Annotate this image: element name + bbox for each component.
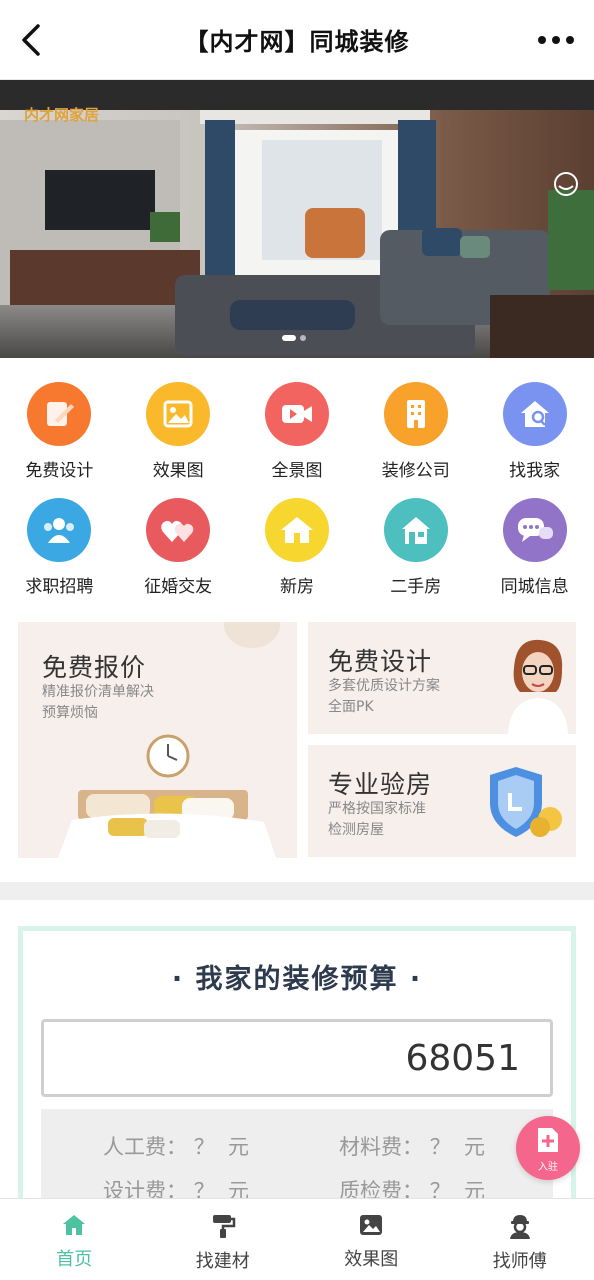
join-fab-button[interactable]: 入驻 <box>516 1116 580 1180</box>
bed-illustration <box>58 734 276 858</box>
fab-label: 入驻 <box>538 1162 558 1173</box>
add-document-icon <box>538 1128 558 1152</box>
labor-fee: 人工费： ？ 元 <box>103 1135 250 1159</box>
tab-building-materials[interactable]: 找建材 <box>149 1199 298 1280</box>
tab-label: 效果图 <box>344 1249 399 1270</box>
promo-free-quote[interactable]: 免费报价 精准报价清单解决 预算烦恼 <box>18 622 297 858</box>
banner-carousel[interactable]: 内才网家居 <box>0 80 594 358</box>
chat-bubbles-icon <box>502 498 567 562</box>
tab-label: 首页 <box>56 1249 93 1270</box>
shortcut-find-my-home[interactable]: 找我家 <box>475 378 594 494</box>
promo-title: 免费报价 <box>42 653 147 682</box>
home-icon <box>63 1215 86 1235</box>
area-input[interactable] <box>41 1019 553 1097</box>
shortcut-label: 征婚交友 <box>144 577 213 597</box>
promo-title: 免费设计 <box>328 647 433 676</box>
tab-home[interactable]: 首页 <box>0 1199 149 1280</box>
shortcut-jobs[interactable]: 求职招聘 <box>0 494 119 610</box>
banner-image: 内才网家居 <box>0 80 594 358</box>
budget-title: · 我家的装修预算 · <box>171 964 423 995</box>
shortcut-label: 新房 <box>279 577 314 597</box>
more-dots-icon[interactable] <box>536 28 576 52</box>
worker-icon <box>509 1215 530 1239</box>
house-icon <box>264 498 329 562</box>
shortcut-label: 装修公司 <box>381 461 450 481</box>
shortcut-label: 效果图 <box>152 461 204 481</box>
promo-subtitle: 全面PK <box>328 699 374 715</box>
carousel-dots <box>282 327 310 346</box>
house-door-icon <box>383 498 448 562</box>
shortcut-second-hand-house[interactable]: 二手房 <box>356 494 475 610</box>
promo-subtitle: 精准报价清单解决 <box>42 684 154 700</box>
carousel-dot[interactable] <box>300 334 306 341</box>
shortcut-grid: 免费设计 效果图 全景图 装修公司 找我家 求职招聘 征婚交友 新房 二手房 同… <box>0 378 594 610</box>
section-divider <box>0 882 594 900</box>
image-icon <box>360 1215 383 1235</box>
promo-subtitle: 严格按国家标准 <box>328 801 426 817</box>
designer-avatar <box>508 639 568 734</box>
house-search-icon <box>502 382 567 446</box>
hearts-icon <box>146 498 211 562</box>
promo-title: 专业验房 <box>328 770 433 799</box>
promo-subtitle: 检测房屋 <box>328 822 384 838</box>
material-fee: 材料费： ？ 元 <box>339 1135 486 1159</box>
shortcut-label: 找我家 <box>509 461 561 481</box>
tab-label: 找建材 <box>195 1251 250 1272</box>
banner-logo-text: 内才网家居 <box>24 106 99 124</box>
shield-icon <box>490 767 562 837</box>
shortcut-dating[interactable]: 征婚交友 <box>119 494 238 610</box>
design-pen-icon <box>27 382 92 446</box>
shortcut-city-info[interactable]: 同城信息 <box>475 494 594 610</box>
promo-house-inspection[interactable]: 专业验房 严格按国家标准 检测房屋 <box>308 745 576 857</box>
shortcut-label: 同城信息 <box>500 577 569 597</box>
header-bar: 【内才网】同城装修 <box>0 0 594 80</box>
shortcut-label: 求职招聘 <box>25 577 94 597</box>
page-title: 【内才网】同城装修 <box>184 28 410 56</box>
shortcut-renderings[interactable]: 效果图 <box>119 378 238 494</box>
shortcut-free-design[interactable]: 免费设计 <box>0 378 119 494</box>
budget-calculator: · 我家的装修预算 · 人工费： ？ 元 材料费： ？ 元 设计费： ？ 元 质… <box>18 926 576 1229</box>
video-camera-icon <box>264 382 329 446</box>
shortcut-label: 二手房 <box>390 577 442 597</box>
paint-roller-icon <box>212 1215 235 1238</box>
tab-renderings[interactable]: 效果图 <box>297 1199 446 1280</box>
shortcut-new-house[interactable]: 新房 <box>238 494 357 610</box>
building-icon <box>383 382 448 446</box>
promo-subtitle: 多套优质设计方案 <box>328 678 440 694</box>
tab-find-worker[interactable]: 找师傅 <box>446 1199 594 1280</box>
carousel-dot-active[interactable] <box>282 334 296 341</box>
tab-label: 找师傅 <box>492 1251 547 1272</box>
image-icon <box>146 382 211 446</box>
shortcut-label: 免费设计 <box>25 461 94 481</box>
shortcut-label: 全景图 <box>271 461 323 481</box>
shortcut-decoration-company[interactable]: 装修公司 <box>356 378 475 494</box>
bottom-tab-bar: 首页 找建材 效果图 找师傅 <box>0 1198 594 1280</box>
promo-subtitle: 预算烦恼 <box>42 705 98 721</box>
promo-free-design[interactable]: 免费设计 多套优质设计方案 全面PK <box>308 622 576 734</box>
shortcut-panorama[interactable]: 全景图 <box>238 378 357 494</box>
people-icon <box>27 498 92 562</box>
